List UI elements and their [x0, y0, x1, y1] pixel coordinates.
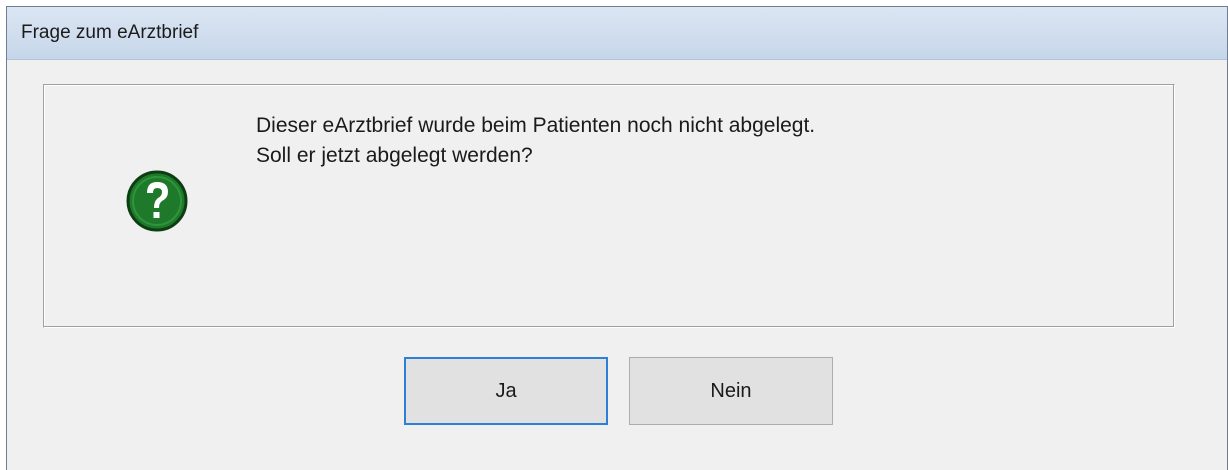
message-line-2: Soll er jetzt abgelegt werden? [256, 144, 533, 167]
message-text: Dieser eArztbrief wurde beim Patienten n… [256, 111, 815, 171]
window-title: Frage zum eArztbrief [21, 22, 199, 43]
yes-button[interactable]: Ja [404, 357, 608, 425]
dialog-body: Dieser eArztbrief wurde beim Patienten n… [7, 60, 1227, 470]
message-panel: Dieser eArztbrief wurde beim Patienten n… [43, 84, 1175, 328]
message-line-1: Dieser eArztbrief wurde beim Patienten n… [256, 114, 816, 137]
question-icon [126, 170, 188, 232]
title-bar[interactable]: Frage zum eArztbrief [7, 7, 1227, 60]
dialog-window: Frage zum eArztbrief Dieser eArztbrief w… [6, 6, 1228, 470]
no-button[interactable]: Nein [629, 357, 833, 425]
